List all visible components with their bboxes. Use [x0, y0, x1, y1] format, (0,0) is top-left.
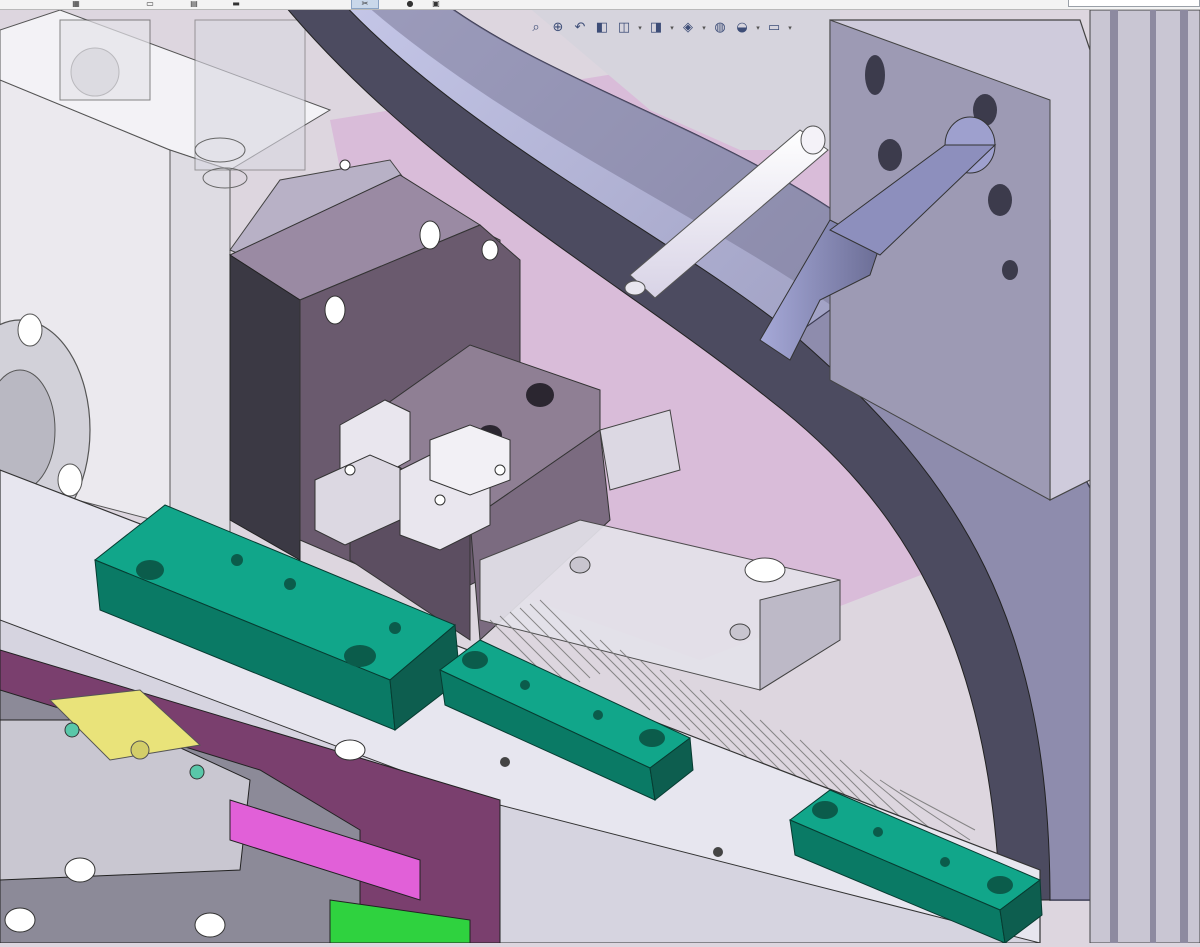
- base-hole-3: [713, 847, 723, 857]
- insert-hole-1: [4, 907, 36, 933]
- teal-bar-1-hole-5: [389, 622, 401, 634]
- chevron-down-icon[interactable]: ▾: [700, 24, 708, 32]
- transparent-guard: [194, 19, 306, 171]
- teal-bar-3-hole-4: [940, 857, 950, 867]
- insert-hole-2: [194, 912, 226, 938]
- print-icon[interactable]: ▤: [186, 0, 202, 8]
- head-block-left-face: [229, 254, 301, 561]
- previous-view-icon[interactable]: ↶: [570, 18, 590, 38]
- plate-hole-3: [988, 184, 1012, 216]
- teal-bar-3-hole-3: [873, 827, 883, 837]
- document-icon[interactable]: ▭: [142, 0, 158, 8]
- link-pin-2: [189, 764, 205, 780]
- teal-bar-1-hole-4: [284, 578, 296, 590]
- teal-bar-2-hole-3: [520, 680, 530, 690]
- finger-part-4: [429, 424, 511, 496]
- teal-bar-1-hole-1: [136, 560, 164, 580]
- right-rail-groove-3: [1180, 10, 1188, 943]
- chevron-down-icon[interactable]: ▾: [786, 24, 794, 32]
- base-hole-2: [500, 757, 510, 767]
- plate-slot-1: [865, 55, 885, 95]
- right-rail-groove-1: [1110, 10, 1118, 943]
- ejector-pin-tip: [624, 280, 646, 296]
- top-toolbar: ▦ ▭ ▤ ▬ ✂ ● ▣: [0, 0, 1200, 10]
- top-left-fixture: [59, 19, 151, 101]
- slider-hole-3: [569, 556, 591, 574]
- head-hole-1: [419, 220, 441, 250]
- teal-bar-2-hole-2: [639, 729, 665, 747]
- teal-bar-3-hole-2: [987, 876, 1013, 894]
- chevron-down-icon[interactable]: ▾: [668, 24, 676, 32]
- options-icon[interactable]: ●: [402, 0, 418, 8]
- bearing-hole-2: [57, 463, 83, 497]
- teal-bar-3-hole-1: [812, 801, 838, 819]
- cam-hole-1: [526, 383, 554, 407]
- slider-hole-1: [744, 557, 786, 583]
- scissors-icon[interactable]: ✂: [351, 0, 379, 9]
- ejector-pin-end: [800, 125, 826, 155]
- teal-bar-2-hole-4: [593, 710, 603, 720]
- edit-appearance-icon[interactable]: ◍: [710, 18, 730, 38]
- apply-scene-icon[interactable]: ◒: [732, 18, 752, 38]
- chevron-down-icon[interactable]: ▾: [636, 24, 644, 32]
- search-input[interactable]: [1068, 0, 1200, 7]
- left-housing-side: [169, 149, 231, 541]
- insert-hole-3: [64, 857, 96, 883]
- teal-bar-2-hole-1: [462, 651, 488, 669]
- link-pin-1: [64, 722, 80, 738]
- plate-hole-2: [878, 139, 902, 171]
- head-hole-2: [324, 295, 346, 325]
- head-hole-3: [481, 239, 499, 261]
- zoom-to-area-icon[interactable]: ⊕: [548, 18, 568, 38]
- finger-screw-4: [339, 159, 351, 171]
- view-settings-icon[interactable]: ▭: [764, 18, 784, 38]
- slider-hole-2: [729, 623, 751, 641]
- hide-show-items-icon[interactable]: ◈: [678, 18, 698, 38]
- cad-graphics-area[interactable]: [0, 0, 1200, 944]
- heads-up-view-toolbar: ⌕ ⊕ ↶ ◧ ◫ ▾ ◨ ▾ ◈ ▾ ◍ ◒ ▾ ▭ ▾: [526, 17, 794, 39]
- bearing-hole-1: [17, 313, 43, 347]
- teal-bar-1-hole-3: [231, 554, 243, 566]
- zoom-to-fit-icon[interactable]: ⌕: [526, 18, 546, 38]
- rebuild-icon[interactable]: ▬: [228, 0, 244, 8]
- link-pivot: [130, 740, 150, 760]
- section-view-icon[interactable]: ◧: [592, 18, 612, 38]
- finger-screw-3: [494, 464, 506, 476]
- finger-screw-2: [434, 494, 446, 506]
- display-style-icon[interactable]: ◨: [646, 18, 666, 38]
- right-rail-groove-2: [1150, 10, 1156, 943]
- finger-screw-1: [344, 464, 356, 476]
- chevron-down-icon[interactable]: ▾: [754, 24, 762, 32]
- teal-bar-1-hole-2: [344, 645, 376, 667]
- grid-icon[interactable]: ▦: [68, 0, 84, 8]
- base-hole-1: [334, 739, 366, 761]
- view-orientation-icon[interactable]: ◫: [614, 18, 634, 38]
- plate-hole-4: [1002, 260, 1018, 280]
- file-properties-icon[interactable]: ▣: [428, 0, 444, 8]
